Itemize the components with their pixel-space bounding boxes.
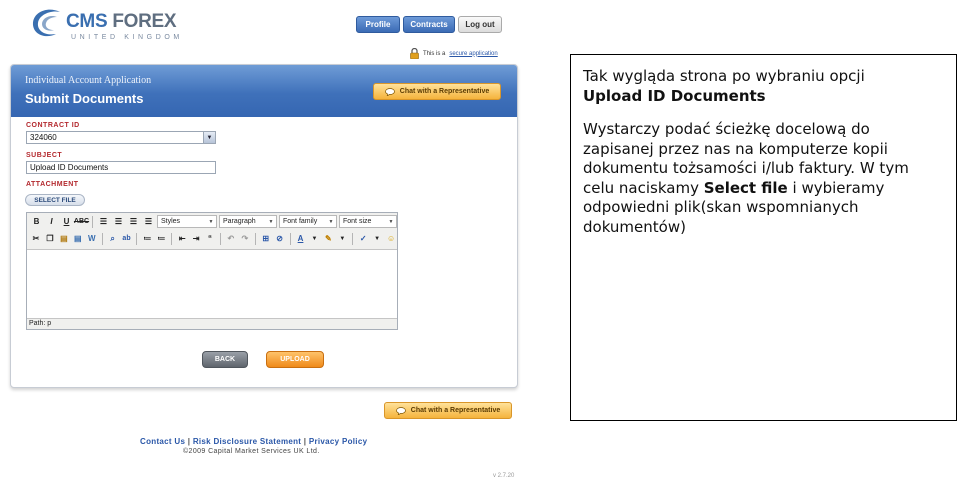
chevron-down-icon: ▼	[203, 132, 215, 143]
nav-contracts-button[interactable]: Contracts	[403, 16, 455, 33]
note-line1: Tak wygląda strona po wybraniu opcji	[583, 67, 865, 85]
paste-text-icon[interactable]: ▤	[72, 232, 84, 245]
paste-word-icon[interactable]: W	[86, 232, 98, 245]
paragraph-dropdown[interactable]: Paragraph ▼	[219, 215, 277, 228]
rich-text-editor: B I U ABC ☰ ☰ ☰ ☰ Styles ▼ Paragraph ▼ Fon…	[26, 212, 398, 330]
chat-button-label: Chat with a Representative	[410, 407, 501, 414]
submit-documents-panel: Individual Account Application Submit Do…	[10, 64, 518, 388]
instruction-note-box: Tak wygląda strona po wybraniu opcji Upl…	[570, 54, 957, 421]
toolbar-separator	[92, 215, 93, 228]
align-left-icon[interactable]: ☰	[97, 215, 110, 228]
subject-input[interactable]: Upload ID Documents	[26, 161, 216, 174]
copy-icon[interactable]: ❐	[44, 232, 56, 245]
panel-title: Submit Documents	[25, 91, 144, 106]
find-icon[interactable]: ⌕	[107, 232, 119, 245]
panel-supertitle: Individual Account Application	[25, 75, 152, 86]
select-file-button[interactable]: SELECT FILE	[25, 194, 85, 206]
contract-id-select[interactable]: 324060 ▼	[26, 131, 216, 144]
unlink-icon[interactable]: ⊘	[274, 232, 286, 245]
chat-button-label: Chat with a Representative	[399, 88, 490, 95]
chevron-down-icon: ▼	[208, 218, 214, 225]
font-size-dropdown[interactable]: Font size ▼	[339, 215, 397, 228]
text-color-icon[interactable]: A	[295, 232, 307, 245]
toolbar-separator	[254, 232, 256, 245]
bold-icon[interactable]: B	[30, 215, 43, 228]
privacy-policy-link[interactable]: Privacy Policy	[309, 437, 367, 446]
strikethrough-icon[interactable]: ABC	[74, 215, 89, 228]
undo-icon[interactable]: ↶	[225, 232, 237, 245]
align-right-icon[interactable]: ☰	[127, 215, 140, 228]
chat-representative-button[interactable]: Chat with a Representative	[373, 83, 501, 100]
nav-logout-button[interactable]: Log out	[458, 16, 502, 33]
attachment-label: ATTACHMENT	[26, 181, 79, 188]
chevron-down-icon: ▼	[388, 218, 394, 225]
numbered-list-icon[interactable]: ≔	[155, 232, 167, 245]
toolbar-separator	[352, 232, 354, 245]
font-family-dropdown[interactable]: Font family ▼	[279, 215, 337, 228]
footer-links: Contact Us | Risk Disclosure Statement |…	[140, 437, 367, 446]
indent-icon[interactable]: ⇥	[190, 232, 202, 245]
emoticon-icon[interactable]: ☺	[385, 232, 397, 245]
editor-content-area[interactable]	[27, 249, 397, 319]
version-text: v 2.7.20	[493, 473, 515, 479]
contract-id-value: 324060	[30, 133, 57, 142]
italic-icon[interactable]: I	[45, 215, 58, 228]
logo-swoosh-icon	[32, 9, 60, 37]
contact-us-link[interactable]: Contact Us	[140, 437, 185, 446]
editor-toolbar-row-1: B I U ABC ☰ ☰ ☰ ☰ Styles ▼ Paragraph ▼ Fon…	[27, 213, 397, 230]
underline-icon[interactable]: U	[60, 215, 73, 228]
align-justify-icon[interactable]: ☰	[142, 215, 155, 228]
highlight-color-icon[interactable]: ✎	[322, 232, 334, 245]
chevron-down-icon: ▼	[328, 218, 334, 225]
note-p2-bold: Select file	[703, 178, 788, 197]
subject-label: SUBJECT	[26, 152, 63, 159]
note-paragraph-2: Wystarczy podać ścieżkę docelową do zapi…	[583, 120, 944, 237]
secure-prefix: This is a	[423, 50, 446, 57]
cms-forex-logo: CMS FOREX UNITED KINGDOM	[30, 8, 179, 41]
nav-profile-button[interactable]: Profile	[356, 16, 400, 33]
toolbar-separator	[171, 232, 173, 245]
chat-bubble-icon	[384, 87, 395, 96]
align-center-icon[interactable]: ☰	[112, 215, 125, 228]
styles-dropdown[interactable]: Styles ▼	[157, 215, 217, 228]
upload-button[interactable]: UPLOAD	[266, 351, 324, 368]
paste-icon[interactable]: ▤	[58, 232, 70, 245]
editor-path: Path: p	[29, 320, 52, 327]
toolbar-separator	[220, 232, 221, 245]
spellcheck-icon[interactable]: ✓	[357, 232, 369, 245]
back-button[interactable]: BACK	[202, 351, 248, 368]
contract-id-label: CONTRACT ID	[26, 122, 80, 129]
logo-wordmark: CMS FOREX	[66, 11, 177, 32]
secure-application-link[interactable]: secure application	[449, 51, 497, 57]
outdent-icon[interactable]: ⇤	[176, 232, 188, 245]
lock-icon	[410, 48, 419, 59]
note-paragraph-1: Tak wygląda strona po wybraniu opcji Upl…	[583, 67, 944, 106]
chevron-down-icon[interactable]: ▼	[371, 232, 383, 245]
subject-value: Upload ID Documents	[30, 163, 109, 172]
bullet-list-icon[interactable]: ≔	[141, 232, 153, 245]
note-line1-bold: Upload ID Documents	[583, 86, 766, 105]
logo-subtitle: UNITED KINGDOM	[71, 34, 183, 41]
chevron-down-icon[interactable]: ▼	[336, 232, 348, 245]
top-nav: Profile Contracts Log out	[356, 16, 502, 33]
secure-notice: This is a secure application	[410, 48, 498, 59]
risk-disclosure-link[interactable]: Risk Disclosure Statement	[193, 437, 301, 446]
cut-icon[interactable]: ✂	[30, 232, 42, 245]
redo-icon[interactable]: ↷	[239, 232, 251, 245]
chat-bubble-icon	[395, 406, 406, 415]
panel-header: Individual Account Application Submit Do…	[11, 65, 517, 117]
toolbar-separator	[101, 232, 103, 245]
copyright-text: ©2009 Capital Market Services UK Ltd.	[183, 448, 320, 455]
replace-icon[interactable]: ab	[121, 232, 133, 245]
chat-representative-button-bottom[interactable]: Chat with a Representative	[384, 402, 512, 419]
toolbar-separator	[289, 232, 291, 245]
blockquote-icon[interactable]: “	[204, 232, 216, 245]
chevron-down-icon: ▼	[268, 218, 274, 225]
chevron-down-icon[interactable]: ▼	[308, 232, 320, 245]
editor-toolbar-row-2: ✂ ❐ ▤ ▤ W ⌕ ab ≔ ≔ ⇤ ⇥ “ ↶ ↷ ⊞ ⊘ A ▼ ✎ ▼	[27, 230, 397, 247]
link-icon[interactable]: ⊞	[260, 232, 272, 245]
toolbar-separator	[136, 232, 138, 245]
